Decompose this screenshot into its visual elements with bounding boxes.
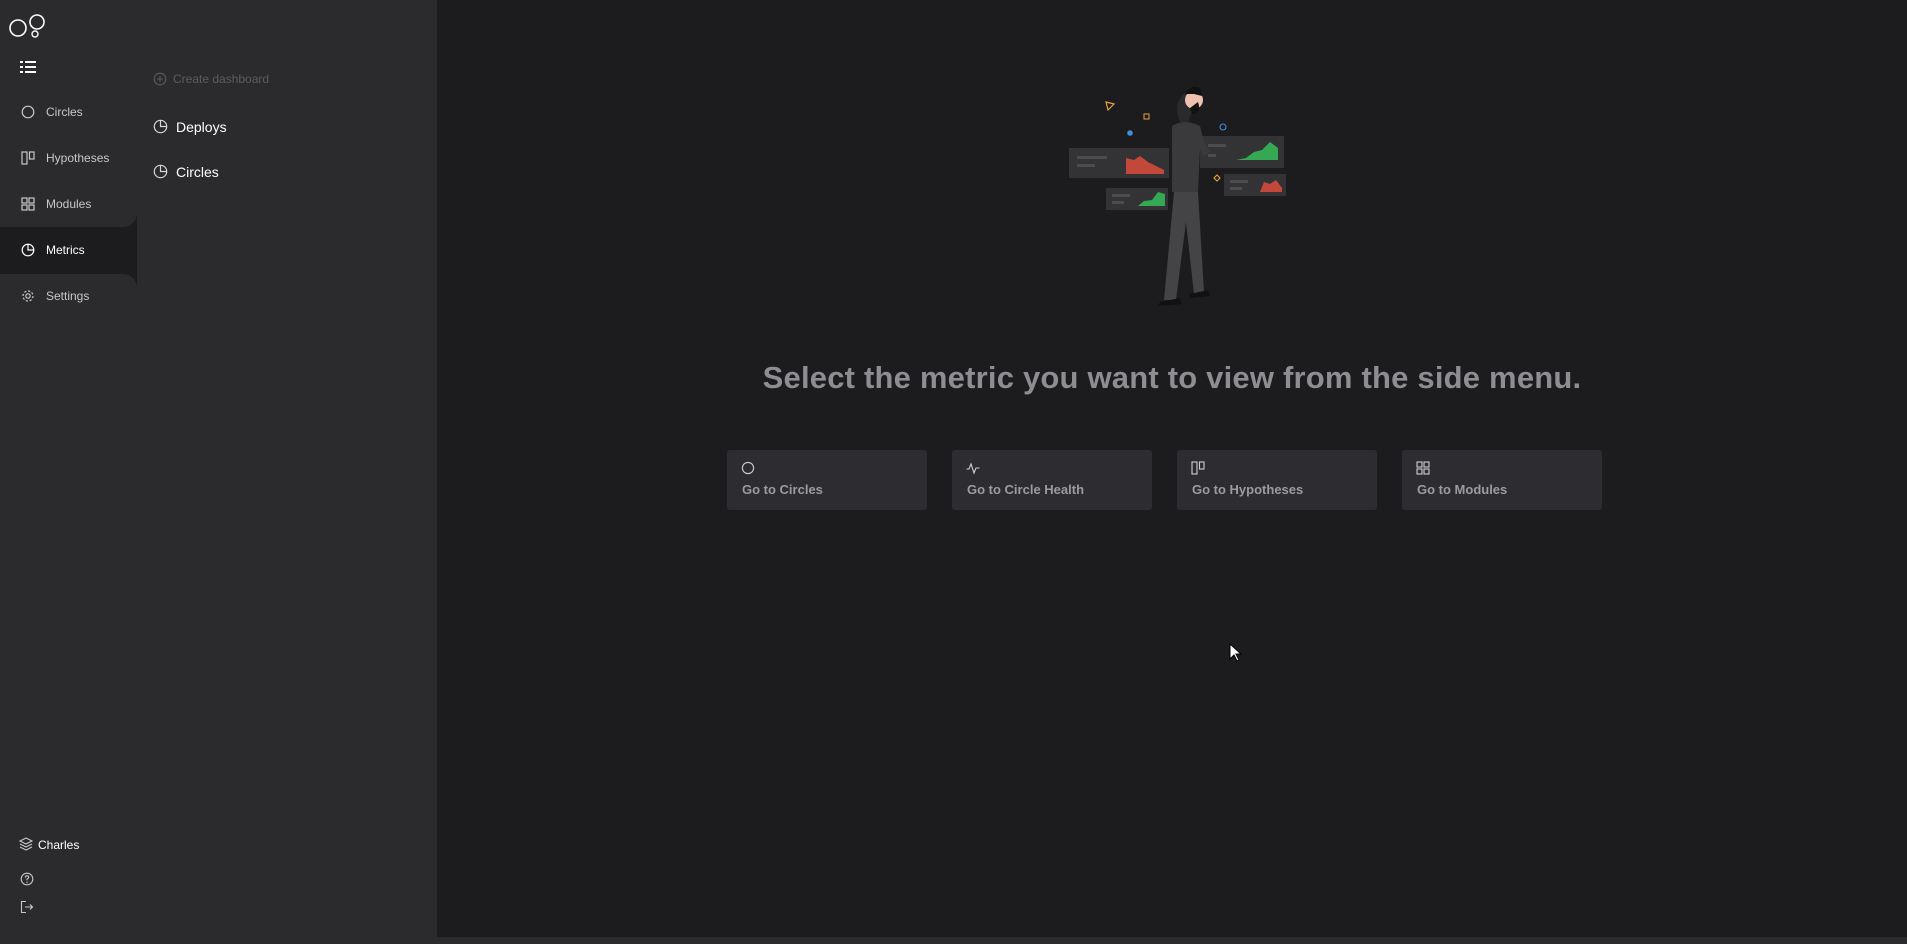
- circle-icon: [741, 461, 755, 475]
- pie-chart-icon: [153, 119, 168, 134]
- nav-item-modules[interactable]: Modules: [0, 183, 137, 227]
- nav-item-label: Modules: [46, 197, 92, 211]
- nav-item-hypotheses[interactable]: Hypotheses: [0, 137, 137, 181]
- metrics-illustration: [1069, 86, 1286, 306]
- charles-logo[interactable]: [8, 12, 48, 40]
- card-label: Go to Hypotheses: [1192, 482, 1304, 497]
- mouse-cursor-icon: [1229, 643, 1243, 662]
- nav-item-settings[interactable]: Settings: [0, 275, 137, 319]
- hypotheses-icon: [1191, 461, 1205, 475]
- go-to-hypotheses-card[interactable]: Go to Hypotheses: [1177, 450, 1377, 510]
- bottom-bar: [0, 937, 1907, 944]
- hypotheses-icon: [21, 151, 35, 165]
- nav-item-label: Circles: [46, 105, 83, 119]
- menu-list-icon[interactable]: [20, 60, 36, 74]
- nav-item-label: Settings: [46, 289, 90, 303]
- card-label: Go to Circles: [742, 482, 823, 497]
- gear-icon: [22, 290, 34, 302]
- card-label: Go to Modules: [1417, 482, 1508, 497]
- metrics-side-panel: [137, 0, 437, 937]
- nav-item-label: Hypotheses: [46, 151, 110, 165]
- pulse-icon: [966, 462, 980, 475]
- modules-icon: [1416, 461, 1430, 475]
- pie-chart-icon: [21, 243, 35, 257]
- nav-item-circles[interactable]: Circles: [0, 91, 137, 135]
- help-icon[interactable]: [20, 872, 34, 886]
- circle-icon: [21, 105, 35, 119]
- create-dashboard-label: Create dashboard: [173, 72, 270, 86]
- main-navigation: Circles Hypotheses Modules Metrics Setti…: [0, 0, 137, 937]
- workspace-user[interactable]: Charles: [18, 835, 128, 855]
- logout-icon[interactable]: [20, 900, 34, 914]
- nav-item-metrics[interactable]: Metrics: [0, 229, 137, 273]
- modules-icon: [21, 197, 35, 211]
- nav-item-label: Metrics: [46, 243, 85, 257]
- layers-icon: [19, 837, 33, 851]
- empty-state-headline: Select the metric you want to view from …: [762, 360, 1582, 395]
- go-to-modules-card[interactable]: Go to Modules: [1402, 450, 1602, 510]
- dashboard-label: Deploys: [176, 119, 227, 135]
- pie-chart-icon: [153, 164, 168, 179]
- go-to-circle-health-card[interactable]: Go to Circle Health: [952, 450, 1152, 510]
- card-label: Go to Circle Health: [967, 482, 1085, 497]
- dashboard-label: Circles: [176, 164, 219, 180]
- add-circle-icon: [153, 72, 167, 86]
- go-to-circles-card[interactable]: Go to Circles: [727, 450, 927, 510]
- user-name: Charles: [38, 838, 80, 852]
